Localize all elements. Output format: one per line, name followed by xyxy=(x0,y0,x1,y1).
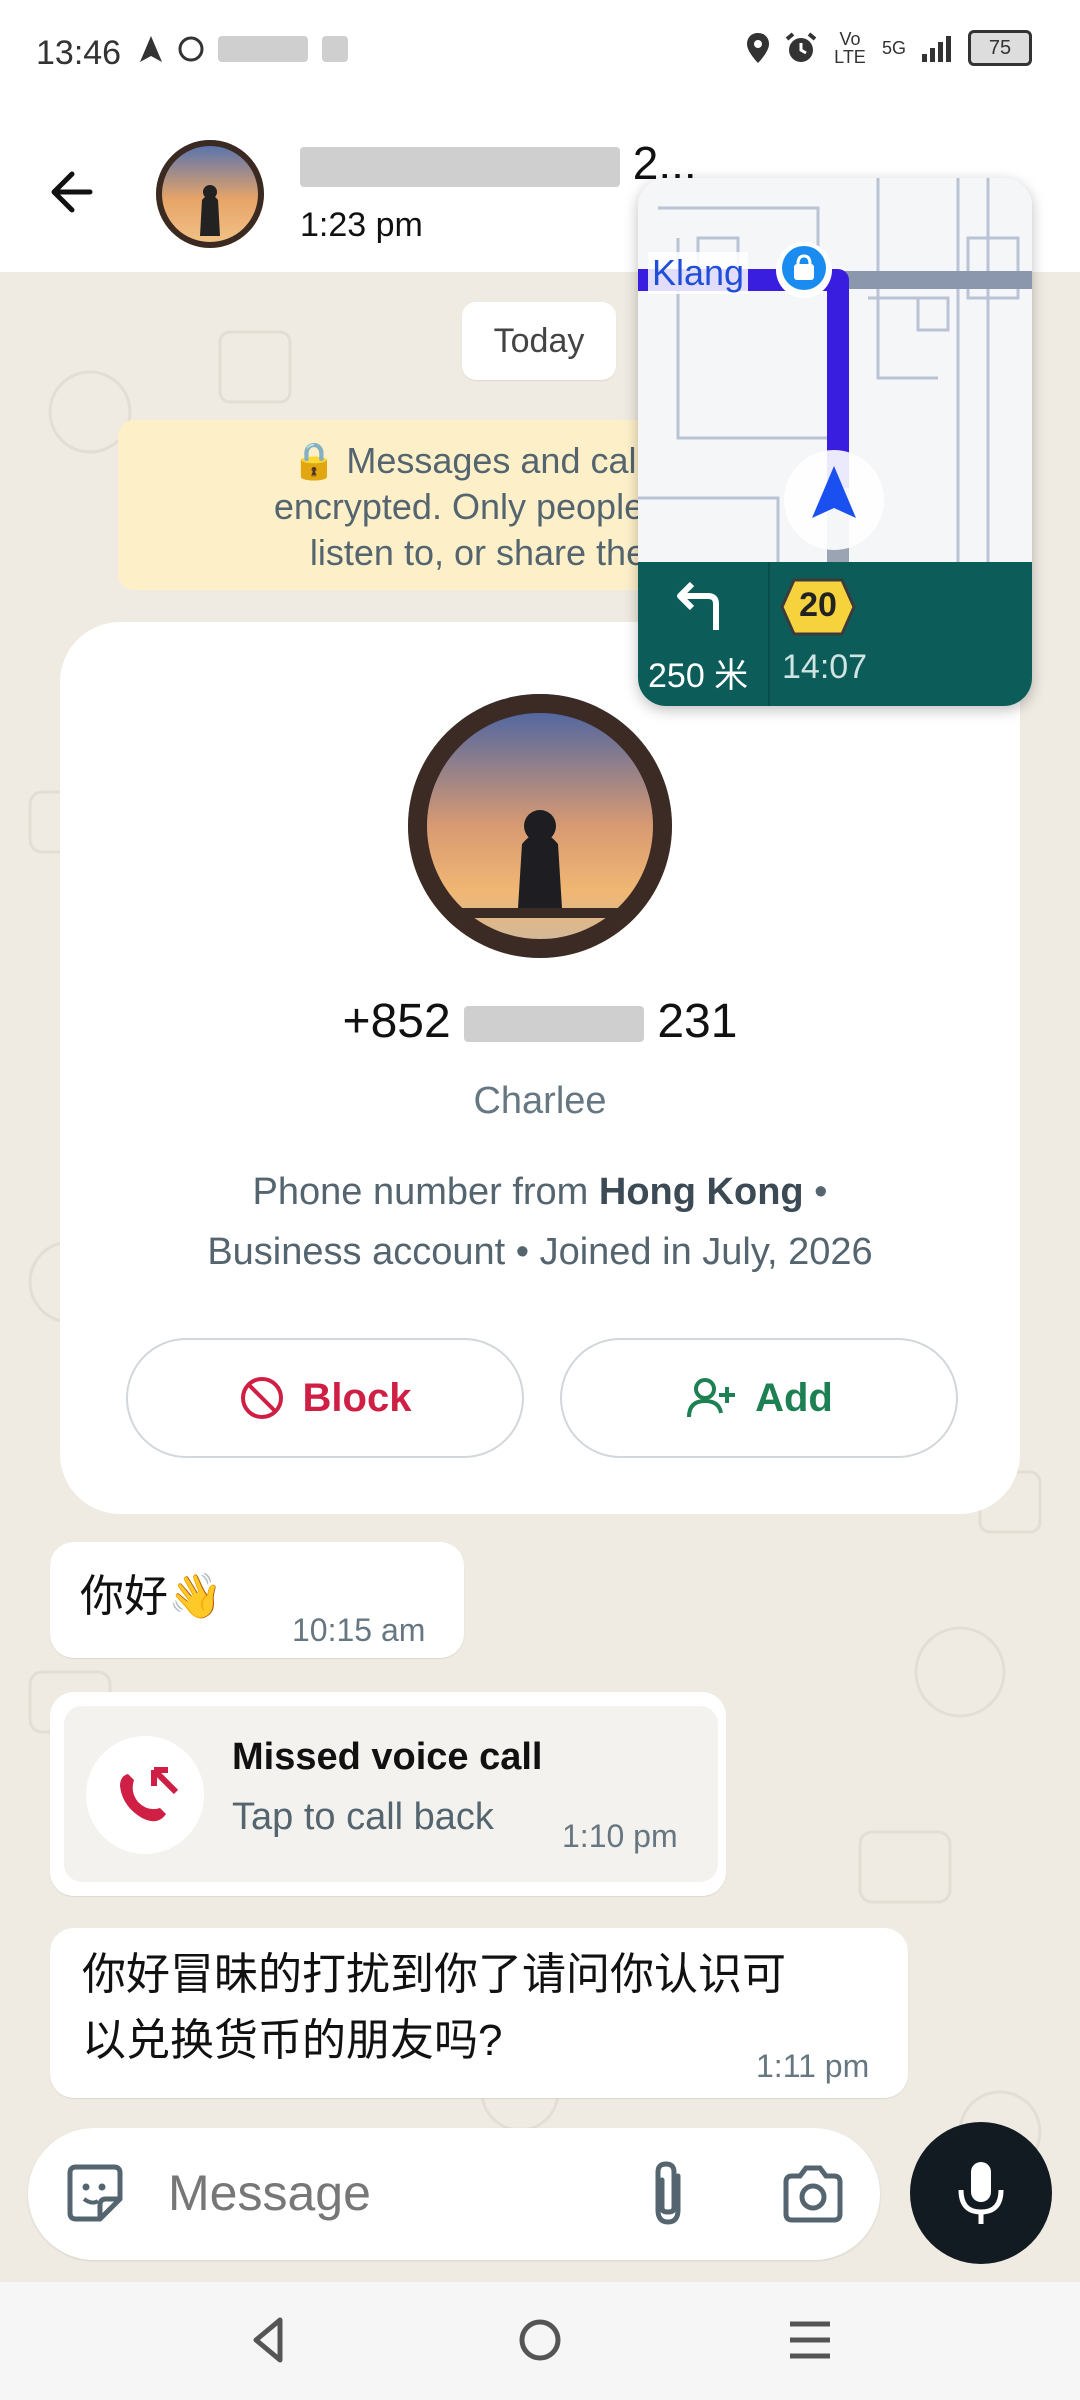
contact-details: Phone number from Hong Kong • Business a… xyxy=(100,1162,980,1282)
street-label: Klang xyxy=(648,252,749,294)
message-text: 你好👋 xyxy=(80,1572,223,1621)
speed-limit-value: 20 xyxy=(799,586,837,624)
nav-recents-icon[interactable] xyxy=(780,2310,840,2370)
message-input[interactable]: Message xyxy=(168,2164,371,2222)
contact-display-name: Charlee xyxy=(473,1080,607,1122)
add-person-icon xyxy=(687,1378,736,1418)
status-time: 13:46 xyxy=(36,34,122,72)
missed-call-icon-circle xyxy=(86,1736,204,1854)
missed-call-title: Missed voice call xyxy=(232,1736,543,1778)
redacted-phone-digits xyxy=(464,1006,645,1043)
navigation-map xyxy=(638,178,1032,562)
system-nav-bar xyxy=(0,2282,1080,2400)
navigation-instruction-panel: 20 250 米 14:07 xyxy=(638,562,1032,706)
arrival-time: 14:07 xyxy=(782,648,868,686)
signal-bars-icon xyxy=(922,36,951,62)
signal-label: 5G xyxy=(881,37,906,58)
phone-prefix: +852 xyxy=(342,995,451,1048)
redacted-notification xyxy=(218,36,308,62)
add-contact-button[interactable]: Add xyxy=(560,1338,958,1458)
nav-home-icon[interactable] xyxy=(510,2310,570,2370)
back-arrow-icon[interactable] xyxy=(40,160,104,224)
block-label: Block xyxy=(302,1375,412,1420)
missed-call-message[interactable]: Missed voice call Tap to call back 1:10 … xyxy=(50,1692,726,1896)
date-separator: Today xyxy=(462,302,616,380)
pip-divider xyxy=(768,562,770,706)
message-line: 以兑换货币的朋友吗? xyxy=(82,2016,503,2065)
message-text: 你好冒昧的打扰到你了请问你认识可 以兑换货币的朋友吗? xyxy=(82,1942,786,2074)
missed-call-subtitle: Tap to call back xyxy=(232,1796,494,1838)
missed-call-icon xyxy=(120,1767,179,1822)
turn-left-icon xyxy=(677,581,719,630)
status-bar: 13:46 Vo LTE 5G 75 xyxy=(0,0,1080,110)
navigation-arrow-icon xyxy=(140,36,162,62)
alarm-icon xyxy=(785,32,817,62)
incoming-message[interactable]: 你好冒昧的打扰到你了请问你认识可 以兑换货币的朋友吗? 1:11 pm xyxy=(50,1928,908,2098)
redacted-notification xyxy=(322,36,348,62)
sticker-icon[interactable] xyxy=(62,2161,128,2227)
location-pin-icon xyxy=(746,33,769,63)
contact-avatar[interactable] xyxy=(156,140,264,248)
info-separator: • xyxy=(803,1171,828,1213)
camera-icon[interactable] xyxy=(780,2164,846,2224)
status-left-icons xyxy=(138,34,348,64)
contact-phone-number: +852 231 xyxy=(60,994,1020,1049)
info-account-joined: Business account • Joined in July, 2026 xyxy=(207,1231,873,1273)
redacted-name xyxy=(300,146,620,187)
block-icon xyxy=(240,1377,283,1419)
info-prefix: Phone number from xyxy=(252,1171,599,1213)
missed-call-panel[interactable]: Missed voice call Tap to call back 1:10 … xyxy=(64,1706,718,1882)
battery-indicator: 75 xyxy=(968,30,1032,66)
message-time: 1:10 pm xyxy=(562,1818,678,1854)
nav-back-icon[interactable] xyxy=(240,2310,300,2370)
message-composer[interactable]: Message xyxy=(28,2128,880,2260)
distance-to-turn: 250 米 xyxy=(648,657,749,695)
message-time: 1:11 pm xyxy=(756,2048,870,2084)
message-time: 10:15 am xyxy=(292,1612,426,1648)
add-label: Add xyxy=(755,1375,833,1420)
contact-info-card: +852 231 Charlee Phone number from Hong … xyxy=(60,622,1020,1514)
block-button[interactable]: Block xyxy=(126,1338,524,1458)
message-line: 你好冒昧的打扰到你了请问你认识可 xyxy=(82,1950,786,1999)
globe-icon xyxy=(178,36,204,62)
incoming-message[interactable]: 你好👋 10:15 am xyxy=(50,1542,464,1658)
voice-record-button[interactable] xyxy=(910,2122,1052,2264)
attach-paperclip-icon[interactable] xyxy=(644,2158,694,2232)
phone-suffix: 231 xyxy=(657,995,738,1048)
contact-avatar-large[interactable] xyxy=(408,694,672,958)
last-seen-status: 1:23 pm xyxy=(300,206,423,244)
info-country: Hong Kong xyxy=(598,1171,804,1213)
microphone-icon xyxy=(958,2162,1004,2224)
navigation-pip-overlay[interactable]: Klang 20 250 米 14:07 xyxy=(638,178,1032,706)
volte-label: Vo LTE xyxy=(834,29,866,67)
status-right-icons: Vo LTE 5G 75 xyxy=(746,30,1032,66)
